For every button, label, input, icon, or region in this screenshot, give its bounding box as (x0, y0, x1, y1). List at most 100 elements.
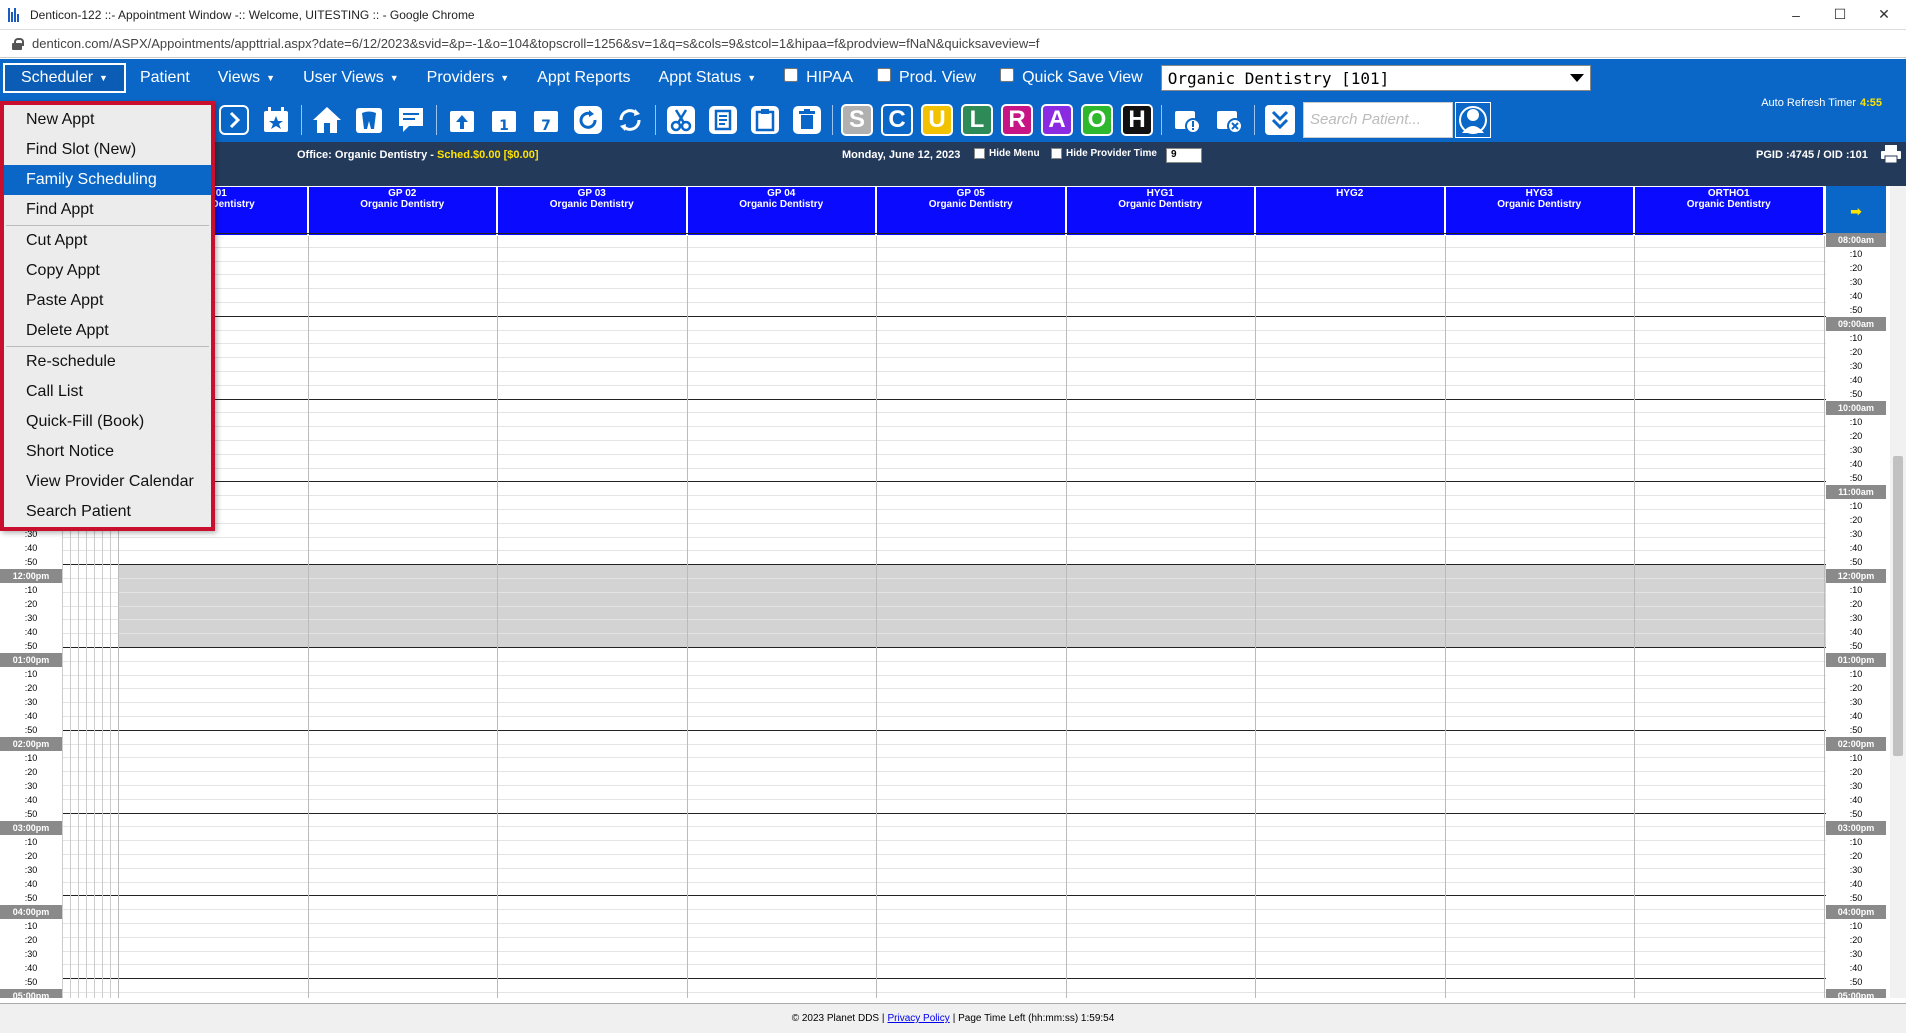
hide-menu-checkbox[interactable] (974, 148, 985, 159)
quick-save-view-checkbox[interactable] (1000, 68, 1015, 82)
quick-save-view-toggle[interactable]: Quick Save View (986, 68, 1153, 87)
paste-icon[interactable] (748, 103, 782, 137)
search-patient-button[interactable] (1453, 99, 1493, 140)
minute-label: :10 (1849, 753, 1863, 763)
menu-item-call-list[interactable]: Call List (4, 377, 211, 407)
menu-user-views[interactable]: User Views ▼ (289, 59, 413, 97)
privacy-policy-link[interactable]: Privacy Policy (887, 1013, 949, 1024)
minute-label: :50 (24, 557, 38, 567)
vertical-scrollbar[interactable] (1890, 186, 1906, 998)
status-r-button[interactable]: R (1001, 103, 1033, 136)
menu-item-short-notice[interactable]: Short Notice (4, 437, 211, 467)
hipaa-checkbox[interactable] (784, 68, 799, 82)
calendar-alert-icon[interactable] (1170, 103, 1204, 137)
hide-provider-time-checkbox[interactable] (1051, 148, 1062, 159)
minimize-button[interactable]: – (1774, 0, 1818, 30)
time-slot-line (62, 246, 1826, 248)
time-slot-line (62, 826, 1826, 828)
printer-icon[interactable] (1880, 144, 1902, 164)
calendar-day-icon[interactable]: 1 (487, 103, 521, 137)
provider-column-header[interactable]: GP 03 Organic Dentistry (497, 186, 687, 236)
provider-column-header[interactable]: ORTHO1 Organic Dentistry (1634, 186, 1824, 236)
refresh-icon[interactable] (571, 103, 605, 137)
url-text[interactable]: denticon.com/ASPX/Appointments/appttrial… (32, 36, 1039, 51)
minute-label: :30 (24, 697, 38, 707)
menu-item-find-slot[interactable]: Find Slot (New) (4, 135, 211, 165)
scheduler-dropdown-menu: New Appt Find Slot (New) Family Scheduli… (0, 101, 215, 531)
hour-label: 04:00pm (1826, 905, 1886, 919)
menu-appt-status[interactable]: Appt Status ▼ (645, 59, 771, 97)
copyright-text: © 2023 Planet DDS | (791, 1013, 885, 1024)
browser-title-bar: Denticon-122 ::- Appointment Window -:: … (0, 0, 1906, 30)
maximize-button[interactable]: ☐ (1818, 0, 1862, 30)
menu-providers[interactable]: Providers ▼ (413, 59, 524, 97)
menu-item-delete-appt[interactable]: Delete Appt (4, 316, 211, 346)
menu-item-view-provider-calendar[interactable]: View Provider Calendar (4, 467, 211, 497)
delete-icon[interactable] (790, 103, 824, 137)
hour-label: 02:00pm (1826, 737, 1886, 751)
hide-provider-time-toggle[interactable]: Hide Provider Time (1051, 148, 1157, 159)
address-bar[interactable]: denticon.com/ASPX/Appointments/appttrial… (0, 30, 1906, 58)
status-o-button[interactable]: O (1081, 103, 1113, 136)
notes-icon[interactable] (394, 103, 428, 137)
provider-column-header[interactable]: GP 04 Organic Dentistry (686, 186, 876, 236)
calendar-up-icon[interactable] (445, 103, 479, 137)
provider-column-header[interactable]: HYG3 Organic Dentistry (1444, 186, 1634, 236)
minute-label: :20 (24, 767, 38, 777)
menu-views[interactable]: Views ▼ (204, 59, 289, 97)
sync-icon[interactable] (613, 103, 647, 137)
provider-column-header[interactable]: GP 02 Organic Dentistry (307, 186, 497, 236)
minute-label: :40 (1849, 291, 1863, 301)
hipaa-toggle[interactable]: HIPAA (770, 68, 863, 87)
cut-icon[interactable] (664, 103, 698, 137)
prod-view-toggle[interactable]: Prod. View (863, 68, 986, 87)
menu-item-new-appt[interactable]: New Appt (4, 105, 211, 135)
minute-label: :10 (1849, 417, 1863, 427)
time-slot-line (62, 798, 1826, 800)
expand-down-icon[interactable] (1263, 103, 1297, 137)
close-window-button[interactable]: ✕ (1862, 0, 1906, 30)
status-a-button[interactable]: A (1041, 103, 1073, 136)
minute-label: :50 (1849, 809, 1863, 819)
menu-appt-reports[interactable]: Appt Reports (523, 59, 644, 97)
provider-column-header[interactable]: HYG1 Organic Dentistry (1065, 186, 1255, 236)
calendar-cancel-icon[interactable] (1212, 103, 1246, 137)
status-h-button[interactable]: H (1121, 103, 1153, 136)
menu-item-reschedule[interactable]: Re-schedule (4, 347, 211, 377)
provider-column-header[interactable]: HYG2 (1255, 186, 1445, 236)
menu-item-copy-appt[interactable]: Copy Appt (4, 256, 211, 286)
time-slot-line (62, 467, 1826, 469)
menu-item-quick-fill[interactable]: Quick-Fill (Book) (4, 407, 211, 437)
schedule-grid[interactable]: GP 01Organic DentistryGP 02Organic Denti… (0, 186, 1890, 998)
provider-office: Organic Dentistry (1118, 199, 1203, 210)
hide-menu-toggle[interactable]: Hide Menu (974, 148, 1040, 159)
provider-office: Organic Dentistry (1497, 199, 1582, 210)
menu-item-paste-appt[interactable]: Paste Appt (4, 286, 211, 316)
status-s-button[interactable]: S (841, 103, 873, 136)
menu-patient[interactable]: Patient (126, 59, 204, 97)
menu-scheduler[interactable]: Scheduler ▼ (3, 63, 126, 93)
column-divider (1634, 236, 1635, 998)
status-l-button[interactable]: L (961, 103, 993, 136)
menu-item-cut-appt[interactable]: Cut Appt (4, 226, 211, 256)
columns-select[interactable]: 9 (1166, 148, 1202, 163)
calendar-star-icon[interactable] (259, 103, 293, 137)
menu-item-search-patient[interactable]: Search Patient (4, 497, 211, 527)
status-c-button[interactable]: C (881, 103, 913, 136)
provider-column-header[interactable]: GP 05 Organic Dentistry (876, 186, 1066, 236)
home-icon[interactable] (310, 103, 344, 137)
menu-item-family-scheduling[interactable]: Family Scheduling (4, 165, 211, 195)
calendar-week-icon[interactable]: 7 (529, 103, 563, 137)
copy-icon[interactable] (706, 103, 740, 137)
search-patient-input[interactable]: Search Patient... (1303, 101, 1453, 138)
office-select[interactable]: Organic Dentistry [101] (1160, 65, 1591, 91)
tooth-chart-icon[interactable] (352, 103, 386, 137)
next-icon[interactable] (217, 103, 251, 137)
scrollbar-thumb[interactable] (1893, 456, 1903, 756)
next-columns-arrow-icon[interactable]: ➡ (1826, 186, 1886, 236)
status-u-button[interactable]: U (921, 103, 953, 136)
column-divider (1065, 236, 1067, 998)
menu-item-find-appt[interactable]: Find Appt (4, 195, 211, 225)
time-slot-line (62, 357, 1826, 359)
prod-view-checkbox[interactable] (877, 68, 891, 82)
